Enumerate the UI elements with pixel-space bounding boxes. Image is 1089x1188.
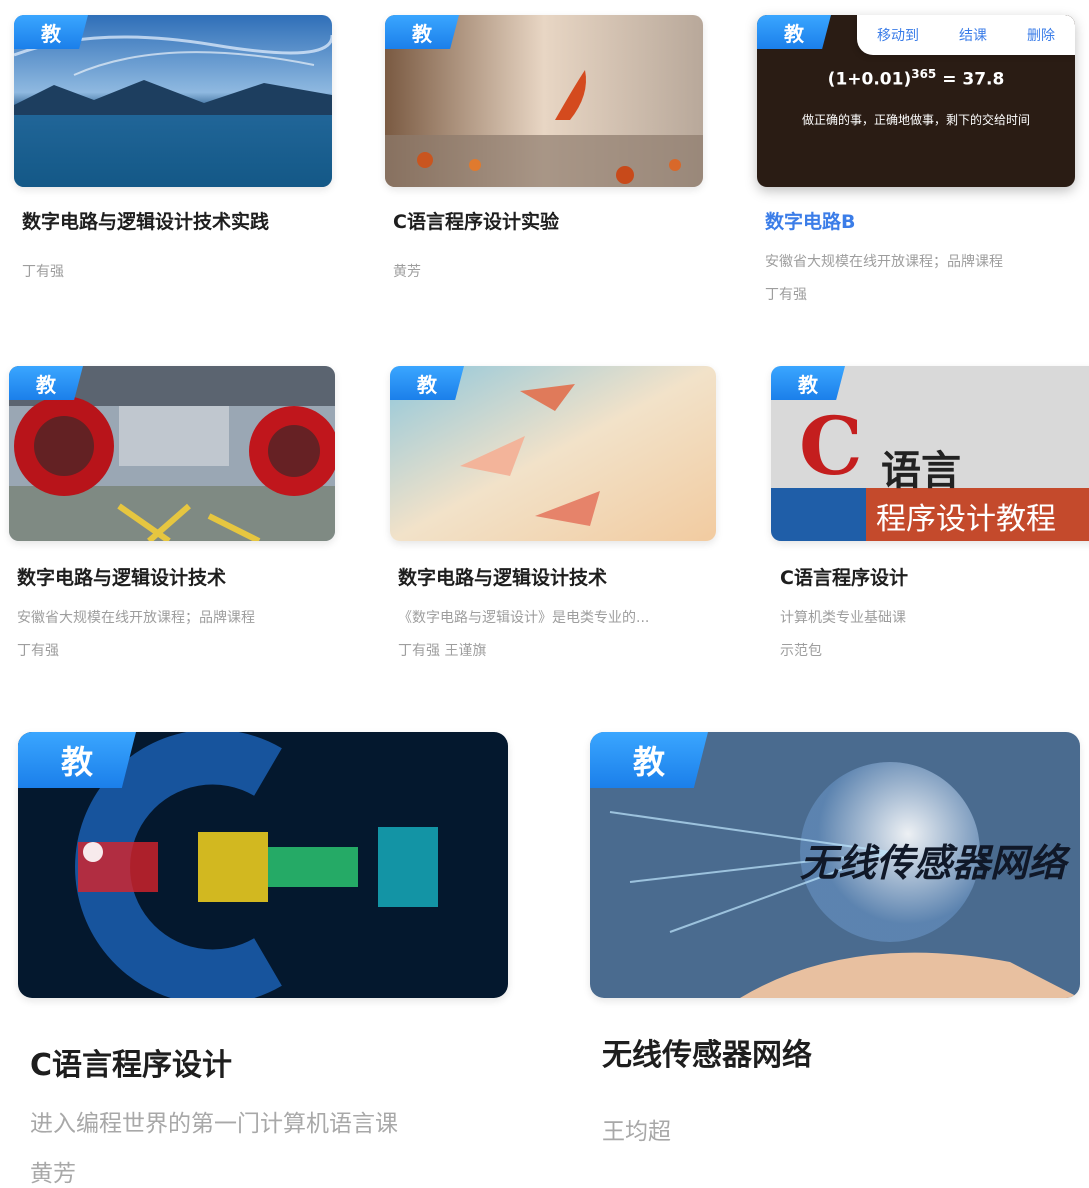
course-teacher: 示范包	[780, 643, 822, 659]
book-subtitle-text: 程序设计教程	[876, 502, 1056, 537]
wsn-image-text: 无线传感器网络	[800, 841, 1067, 885]
move-to-button[interactable]: 移动到	[877, 25, 919, 45]
teacher-badge: 教	[771, 366, 845, 400]
course-teacher: 黄芳	[30, 1161, 76, 1187]
course-title[interactable]: C语言程序设计	[780, 563, 908, 590]
course-card[interactable]: 无线传感器网络 教 无线传感器网络 王均超	[560, 710, 1089, 1171]
course-cover-image[interactable]: (1+0.01)365 = 37.8 做正确的事，正确地做事，剩下的交给时间 教…	[757, 15, 1075, 187]
course-title[interactable]: 无线传感器网络	[602, 1030, 812, 1074]
course-teacher: 黄芳	[393, 264, 421, 280]
course-teacher: 丁有强	[765, 287, 807, 303]
course-title[interactable]: 数字电路与逻辑设计技术	[17, 563, 226, 590]
course-card[interactable]: 教 数字电路与逻辑设计技术 《数字电路与逻辑设计》是电类专业的... 丁有强 王…	[380, 350, 725, 680]
course-description: 计算机类专业基础课	[780, 610, 906, 626]
course-card[interactable]: 教 C语言程序设计实验 黄芳	[370, 0, 710, 320]
course-cover-image[interactable]: 教	[385, 15, 703, 187]
course-description: 安徽省大规模在线开放课程；品牌课程	[17, 610, 255, 626]
teacher-badge: 教	[757, 15, 831, 49]
book-title-text: 语言	[881, 447, 961, 494]
course-title[interactable]: C语言程序设计实验	[393, 207, 559, 234]
course-description: 安徽省大规模在线开放课程；品牌课程	[765, 254, 1003, 270]
course-card[interactable]: (1+0.01)365 = 37.8 做正确的事，正确地做事，剩下的交给时间 教…	[742, 0, 1087, 320]
motto-text: 做正确的事，正确地做事，剩下的交给时间	[801, 113, 1030, 127]
course-card[interactable]: 教 数字电路与逻辑设计技术实践 丁有强	[0, 0, 340, 320]
teacher-badge: 教	[590, 732, 708, 788]
course-card[interactable]: C 语言 程序设计教程 教 C语言程序设计 计算机类专业基础课 示范包	[762, 350, 1089, 680]
finish-course-button[interactable]: 结课	[959, 25, 987, 45]
course-title[interactable]: 数字电路与逻辑设计技术实践	[22, 207, 269, 234]
teacher-badge: 教	[18, 732, 136, 788]
course-teacher: 丁有强	[22, 264, 64, 280]
course-description: 进入编程世界的第一门计算机语言课	[30, 1111, 398, 1137]
course-cover-image[interactable]: C 语言 程序设计教程 教	[771, 366, 1089, 541]
course-teacher: 丁有强 王谨旗	[398, 643, 487, 659]
course-teacher: 丁有强	[17, 643, 59, 659]
formula-text: (1+0.01)365 = 37.8	[827, 67, 1005, 90]
course-card[interactable]: 教 C语言程序设计 进入编程世界的第一门计算机语言课 黄芳	[0, 710, 530, 1187]
course-cover-image[interactable]: 教	[9, 366, 335, 541]
teacher-badge: 教	[385, 15, 459, 49]
teacher-badge: 教	[14, 15, 88, 49]
course-description: 《数字电路与逻辑设计》是电类专业的...	[398, 610, 650, 626]
delete-button[interactable]: 删除	[1027, 25, 1055, 45]
course-card[interactable]: 教 数字电路与逻辑设计技术 安徽省大规模在线开放课程；品牌课程 丁有强	[0, 350, 345, 680]
course-cover-image[interactable]: 教	[390, 366, 716, 541]
card-action-menu: 移动到 结课 删除	[857, 15, 1075, 55]
course-title[interactable]: C语言程序设计	[30, 1040, 232, 1084]
course-teacher: 王均超	[602, 1119, 671, 1145]
teacher-badge: 教	[390, 366, 464, 400]
course-title[interactable]: 数字电路与逻辑设计技术	[398, 563, 607, 590]
teacher-badge: 教	[9, 366, 83, 400]
book-letter-c: C	[799, 399, 863, 493]
course-cover-image[interactable]: 无线传感器网络 教	[590, 732, 1080, 998]
course-title[interactable]: 数字电路B	[765, 207, 855, 234]
course-cover-image[interactable]: 教	[14, 15, 332, 187]
course-cover-image[interactable]: 教	[18, 732, 508, 998]
